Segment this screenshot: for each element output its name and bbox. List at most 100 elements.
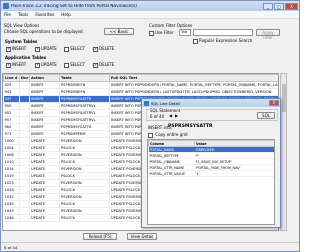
- grid-vertical-scrollbar[interactable]: [280, 73, 287, 231]
- application-tables-options: INSERT UPDATE SELECT DELETE: [6, 62, 144, 69]
- copy-icon[interactable]: [148, 132, 153, 138]
- option-select[interactable]: SELECT: [64, 46, 85, 52]
- basic-button[interactable]: << Basic: [104, 28, 134, 35]
- table-cell: 1043: [3, 207, 20, 215]
- table-cell: PSVERSION: [59, 179, 110, 187]
- next-statement-button[interactable]: ▶: [175, 113, 180, 119]
- option-update[interactable]: UPDATE: [35, 62, 57, 68]
- regex-checkbox-row[interactable]: Regular Expression Search: [193, 38, 252, 44]
- update-label: UPDATE: [41, 46, 57, 51]
- copy-label: Copy entire grid: [155, 132, 188, 137]
- table-row[interactable]: 925 INSERT PSPRSMDEFN INSERT INTO PSPRSMDEF…: [3, 81, 278, 89]
- table-cell: [19, 144, 30, 152]
- sql-view-options-subtitle: Choose SQL operations to be displayed.: [4, 29, 84, 34]
- option-delete[interactable]: DELETE: [93, 62, 114, 68]
- option-update[interactable]: UPDATE: [35, 46, 57, 52]
- table-cell: PSLOCK: [59, 144, 110, 152]
- column-header[interactable]: Line #: [3, 74, 20, 82]
- use-filter-checkbox[interactable]: [149, 30, 154, 36]
- apply-filter-button[interactable]: Apply Filter: [256, 29, 280, 40]
- table-cell: PSLOCK: [59, 214, 110, 222]
- table-cell: UPDATE: [29, 200, 60, 208]
- filter-text-input[interactable]: [193, 29, 253, 36]
- regex-checkbox[interactable]: [193, 38, 198, 44]
- menu-favorites[interactable]: Favorites: [35, 12, 54, 17]
- column-header[interactable]: Dur: [19, 74, 30, 82]
- dialog-app-icon: [144, 100, 149, 106]
- sql-view-options-panel: SQL View Options Choose SQL operations t…: [4, 23, 144, 71]
- table-cell: 957: [3, 116, 20, 124]
- delete-checkbox[interactable]: [93, 62, 98, 68]
- minimize-button[interactable]: _: [263, 2, 273, 10]
- table-cell: [19, 193, 30, 201]
- column-header[interactable]: Table: [59, 74, 110, 82]
- detail-cell: PORTAL_ATTR_VALUE: [148, 170, 195, 177]
- table-cell: INSERT: [29, 95, 60, 103]
- table-cell: INSERT: [29, 88, 60, 96]
- table-cell: 952: [3, 109, 20, 117]
- table-cell: UPDATE: [29, 186, 60, 194]
- detail-row[interactable]: PORTAL_ATTR_VALUE '1': [148, 170, 274, 177]
- table-cell: [19, 158, 30, 166]
- table-cell: 1014: [3, 165, 20, 173]
- select-checkbox[interactable]: [64, 46, 69, 52]
- table-row[interactable]: 943 INSERT PSPRSMDEFN INSERT INTO PSPRSMDEF…: [3, 88, 278, 96]
- menu-tools[interactable]: Tools: [18, 12, 28, 17]
- dialog-close-button[interactable]: X: [269, 100, 279, 106]
- option-delete[interactable]: DELETE: [93, 46, 114, 52]
- update-checkbox[interactable]: [35, 46, 40, 52]
- table-cell: 950: [3, 102, 20, 110]
- option-insert[interactable]: INSERT: [6, 62, 26, 68]
- option-select[interactable]: SELECT: [64, 62, 85, 68]
- insert-label: INSERT: [12, 46, 27, 51]
- reload-button[interactable]: Reload [F5]: [83, 233, 117, 240]
- insert-into-table: PSPRSMSYSATTR: [168, 124, 213, 129]
- table-cell: [19, 88, 30, 96]
- table-cell: 1000: [3, 137, 20, 145]
- table-cell: UPDATE: [29, 193, 60, 201]
- sql-statement-group: SQL Statement 6 of 44 ◀ ▶ SQL: [146, 108, 278, 121]
- update-checkbox[interactable]: [35, 62, 40, 68]
- grid-header-row: Line # Dur Action Table Full SQL Text: [3, 74, 278, 82]
- table-cell: INSERT: [29, 109, 60, 117]
- table-cell: PSLOCK: [59, 200, 110, 208]
- table-cell: [19, 81, 30, 89]
- table-cell: PSVERSION: [59, 151, 110, 159]
- table-cell: PSVERSION: [59, 137, 110, 145]
- column-header[interactable]: Full SQL Text: [109, 74, 278, 82]
- detail-grid[interactable]: Column Value PORTAL_NAME 'EMPLOYEE' PORTAL_…: [147, 139, 275, 225]
- delete-checkbox[interactable]: [93, 46, 98, 52]
- filter-dropdown[interactable]: Tab: [179, 29, 191, 36]
- filter-dropdown-value: Tab: [181, 30, 187, 34]
- insert-checkbox[interactable]: [6, 46, 11, 52]
- use-filter-checkbox-row[interactable]: Use Filter: [149, 30, 174, 36]
- window-title: Pace-Trace 3.2 Tracing Set to Hide from …: [11, 3, 137, 9]
- table-cell: [19, 130, 30, 138]
- sql-view-options-title: SQL View Options: [4, 23, 40, 28]
- application-tables-label: Application Tables: [5, 55, 47, 60]
- prev-statement-button[interactable]: ◀: [169, 113, 174, 119]
- table-cell: PSVERSION: [59, 207, 110, 215]
- delete-label: DELETE: [99, 62, 115, 67]
- table-cell: [19, 151, 30, 159]
- table-cell: PSLOCK: [59, 172, 110, 180]
- menu-file[interactable]: File: [4, 12, 11, 17]
- maximize-button[interactable]: □: [274, 2, 284, 10]
- sql-button[interactable]: SQL: [257, 112, 275, 119]
- column-header[interactable]: Action: [29, 74, 60, 82]
- scrollbar-thumb[interactable]: [282, 84, 286, 112]
- custom-filter-panel: Custom Filter Options Use Filter Tab App…: [146, 23, 296, 49]
- menu-help[interactable]: Help: [61, 12, 71, 17]
- insert-checkbox[interactable]: [6, 62, 11, 68]
- option-insert[interactable]: INSERT: [6, 46, 26, 52]
- table-cell: 947: [3, 95, 20, 103]
- table-cell: 943: [3, 88, 20, 96]
- view-detail-button[interactable]: View Detail: [127, 233, 157, 240]
- status-bar: 6 of 44: [1, 242, 299, 251]
- table-cell: 971: [3, 130, 20, 138]
- select-checkbox[interactable]: [64, 62, 69, 68]
- copy-grid-row[interactable]: Copy entire grid: [148, 132, 188, 138]
- table-cell: [19, 179, 30, 187]
- close-button[interactable]: X: [285, 2, 298, 10]
- dialog-title-bar: SQL Line Detail X: [142, 99, 280, 107]
